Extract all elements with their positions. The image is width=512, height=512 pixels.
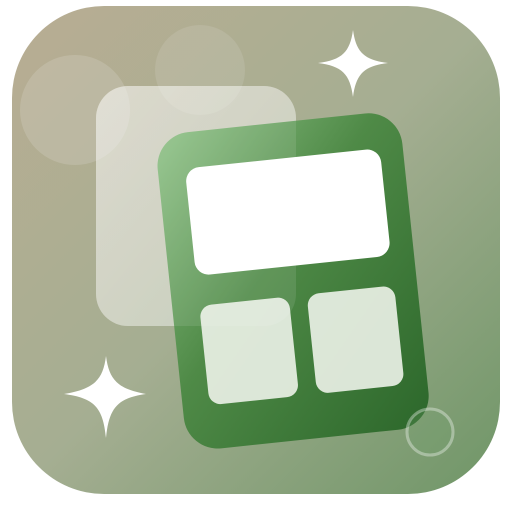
app-icon-canvas <box>0 0 512 512</box>
ring-icon <box>405 407 455 457</box>
widget-tile-bottom-right <box>307 286 404 393</box>
ghost-card-overlay <box>96 86 296 326</box>
widget-app-icon <box>12 6 500 494</box>
